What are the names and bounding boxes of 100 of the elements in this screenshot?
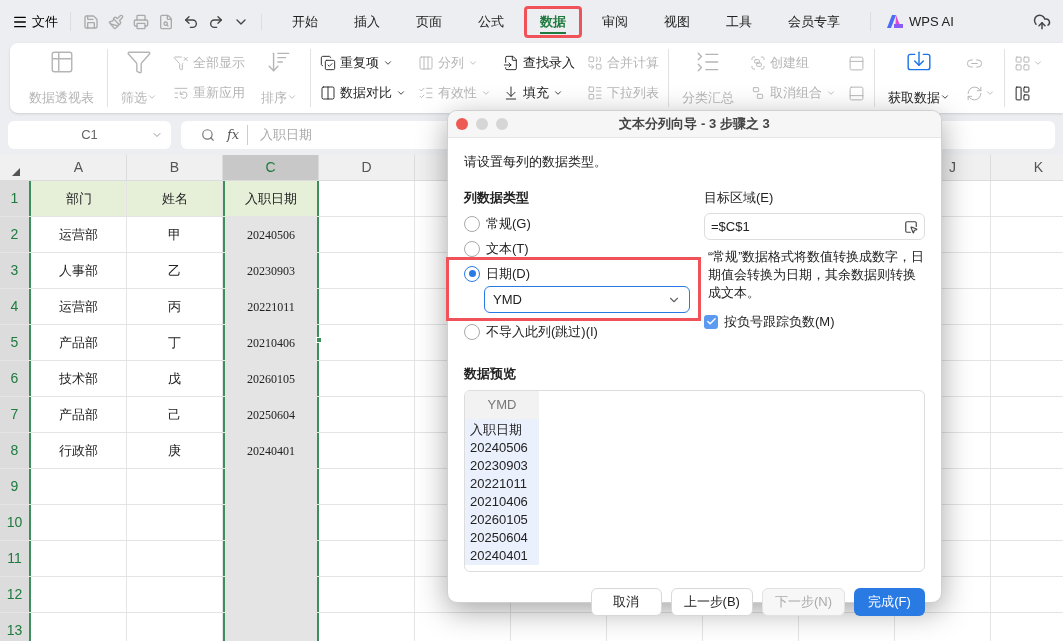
undo-icon[interactable] [183, 13, 199, 30]
caret-icon [383, 58, 393, 68]
row-header[interactable]: 9 [0, 469, 31, 504]
caret-icon [468, 58, 478, 68]
preview-value: 入职日期 [470, 420, 523, 439]
ribbon-tab[interactable]: 会员专享 [770, 6, 858, 37]
dialog-button[interactable]: 完成(F) [854, 587, 925, 616]
row-header[interactable]: 7 [0, 397, 31, 432]
column-header[interactable]: D [319, 155, 415, 180]
row-header[interactable]: 3 [0, 253, 31, 288]
file-menu[interactable]: 文件 [12, 11, 71, 32]
ribbon-button[interactable]: 查找录入 [503, 50, 575, 76]
radio-option[interactable]: 不导入此列(跳过)(I) [464, 319, 598, 344]
table-cell: 20221011 [223, 289, 319, 324]
lookup-icon [503, 55, 519, 71]
minimize-button[interactable] [476, 118, 488, 130]
preview-value: 20260105 [470, 510, 529, 529]
table-cell: 产品部 [31, 397, 127, 432]
table-cell: 20210406 [223, 325, 319, 360]
table-cell: 产品部 [31, 325, 127, 360]
validation-icon [418, 85, 434, 101]
ribbon-button[interactable]: 获取数据 [884, 49, 954, 107]
formula-text: 入职日期 [260, 126, 313, 145]
dialog-button[interactable]: 取消 [590, 587, 662, 616]
date-format-select[interactable]: YMD [484, 286, 690, 313]
panel-bottom-icon [848, 84, 865, 102]
row-header[interactable]: 12 [0, 577, 31, 612]
zoom-button[interactable] [496, 118, 508, 130]
ungroup-icon [750, 85, 766, 101]
cloud-upload-icon[interactable] [1033, 12, 1051, 31]
preview-value: 20221011 [470, 474, 528, 493]
field-label: 目标区域(E) [704, 188, 775, 207]
ai-button[interactable]: WPS AI [887, 11, 954, 32]
negative-checkbox[interactable]: 按负号跟踪负数(M) [704, 312, 835, 332]
split-columns-icon [418, 55, 434, 71]
ribbon-button[interactable]: 数据对比 [320, 80, 406, 106]
section-heading: 列数据类型 [464, 188, 530, 207]
table-cell: 运营部 [31, 217, 127, 252]
save-icon[interactable] [83, 13, 99, 30]
brush-icon[interactable] [108, 13, 124, 30]
row-header[interactable]: 10 [0, 505, 31, 540]
ribbon-tab[interactable]: 工具 [708, 6, 770, 37]
section-heading: 数据预览 [464, 365, 517, 383]
ribbon-tab[interactable]: 审阅 [584, 6, 646, 37]
row-header[interactable]: 11 [0, 541, 31, 576]
name-box[interactable]: C1 [8, 121, 171, 149]
row-header[interactable]: 4 [0, 289, 31, 324]
table-cell: 运营部 [31, 289, 127, 324]
refresh-icon [966, 84, 983, 102]
column-header[interactable]: A [31, 155, 127, 180]
radio-option[interactable]: 文本(T) [464, 236, 529, 261]
preview-value: 20230903 [470, 456, 529, 475]
funnel-icon [126, 49, 152, 75]
preview-column-header: YMD [465, 390, 539, 419]
ribbon-tab[interactable]: 开始 [274, 6, 336, 37]
ribbon-button[interactable]: 填充 [503, 80, 575, 106]
table-cell: 20250604 [223, 397, 319, 432]
row-header[interactable]: 13 [0, 613, 31, 641]
redo-icon[interactable] [208, 13, 224, 30]
row-header[interactable]: 8 [0, 433, 31, 468]
table-cell: 技术部 [31, 361, 127, 396]
row-header[interactable]: 6 [0, 361, 31, 396]
group-icon [750, 55, 766, 71]
target-range-field[interactable]: =$C$1 [704, 213, 925, 240]
dialog-button[interactable]: 上一步(B) [670, 587, 753, 616]
ribbon-tab[interactable]: 插入 [336, 6, 398, 37]
table-cell: 人事部 [31, 253, 127, 288]
ribbon-tab[interactable]: 数据 [522, 6, 584, 37]
print-icon[interactable] [133, 13, 149, 30]
row-header[interactable]: 1 [0, 181, 31, 216]
duplicate-icon [320, 55, 336, 71]
dropdown-list-icon [587, 85, 603, 101]
table-cell: 20240506 [223, 217, 319, 252]
zoom-icon [201, 128, 215, 142]
row-header[interactable]: 2 [0, 217, 31, 252]
radio-option[interactable]: 常规(G) [464, 211, 531, 236]
instruction-text: 请设置每列的数据类型。 [464, 153, 608, 171]
column-header[interactable]: C [223, 155, 319, 180]
fill-handle[interactable] [316, 337, 322, 343]
ribbon-button[interactable]: 重复项 [320, 50, 406, 76]
caret-icon [985, 88, 995, 98]
preview-value: 20240506 [470, 438, 529, 457]
row-header[interactable]: 5 [0, 325, 31, 360]
ribbon-tab[interactable]: 视图 [646, 6, 708, 37]
checkbox-icon [704, 314, 718, 329]
ai-logo-icon [887, 15, 903, 28]
table-cell: 行政部 [31, 433, 127, 468]
radio-option[interactable]: 日期(D) [464, 261, 531, 286]
select-all-icon[interactable] [11, 168, 20, 176]
fx-label: fx [227, 125, 249, 145]
print-preview-icon[interactable] [158, 13, 174, 30]
header-cell: 姓名 [127, 181, 223, 216]
ribbon-tab[interactable]: 页面 [398, 6, 460, 37]
ribbon-tab[interactable]: 公式 [460, 6, 522, 37]
caret-icon [396, 88, 406, 98]
range-picker-icon[interactable] [904, 219, 918, 234]
close-button[interactable] [456, 118, 468, 130]
column-header[interactable]: K [991, 155, 1063, 180]
compare-icon [320, 85, 336, 101]
table-cell: 20230903 [223, 253, 319, 288]
